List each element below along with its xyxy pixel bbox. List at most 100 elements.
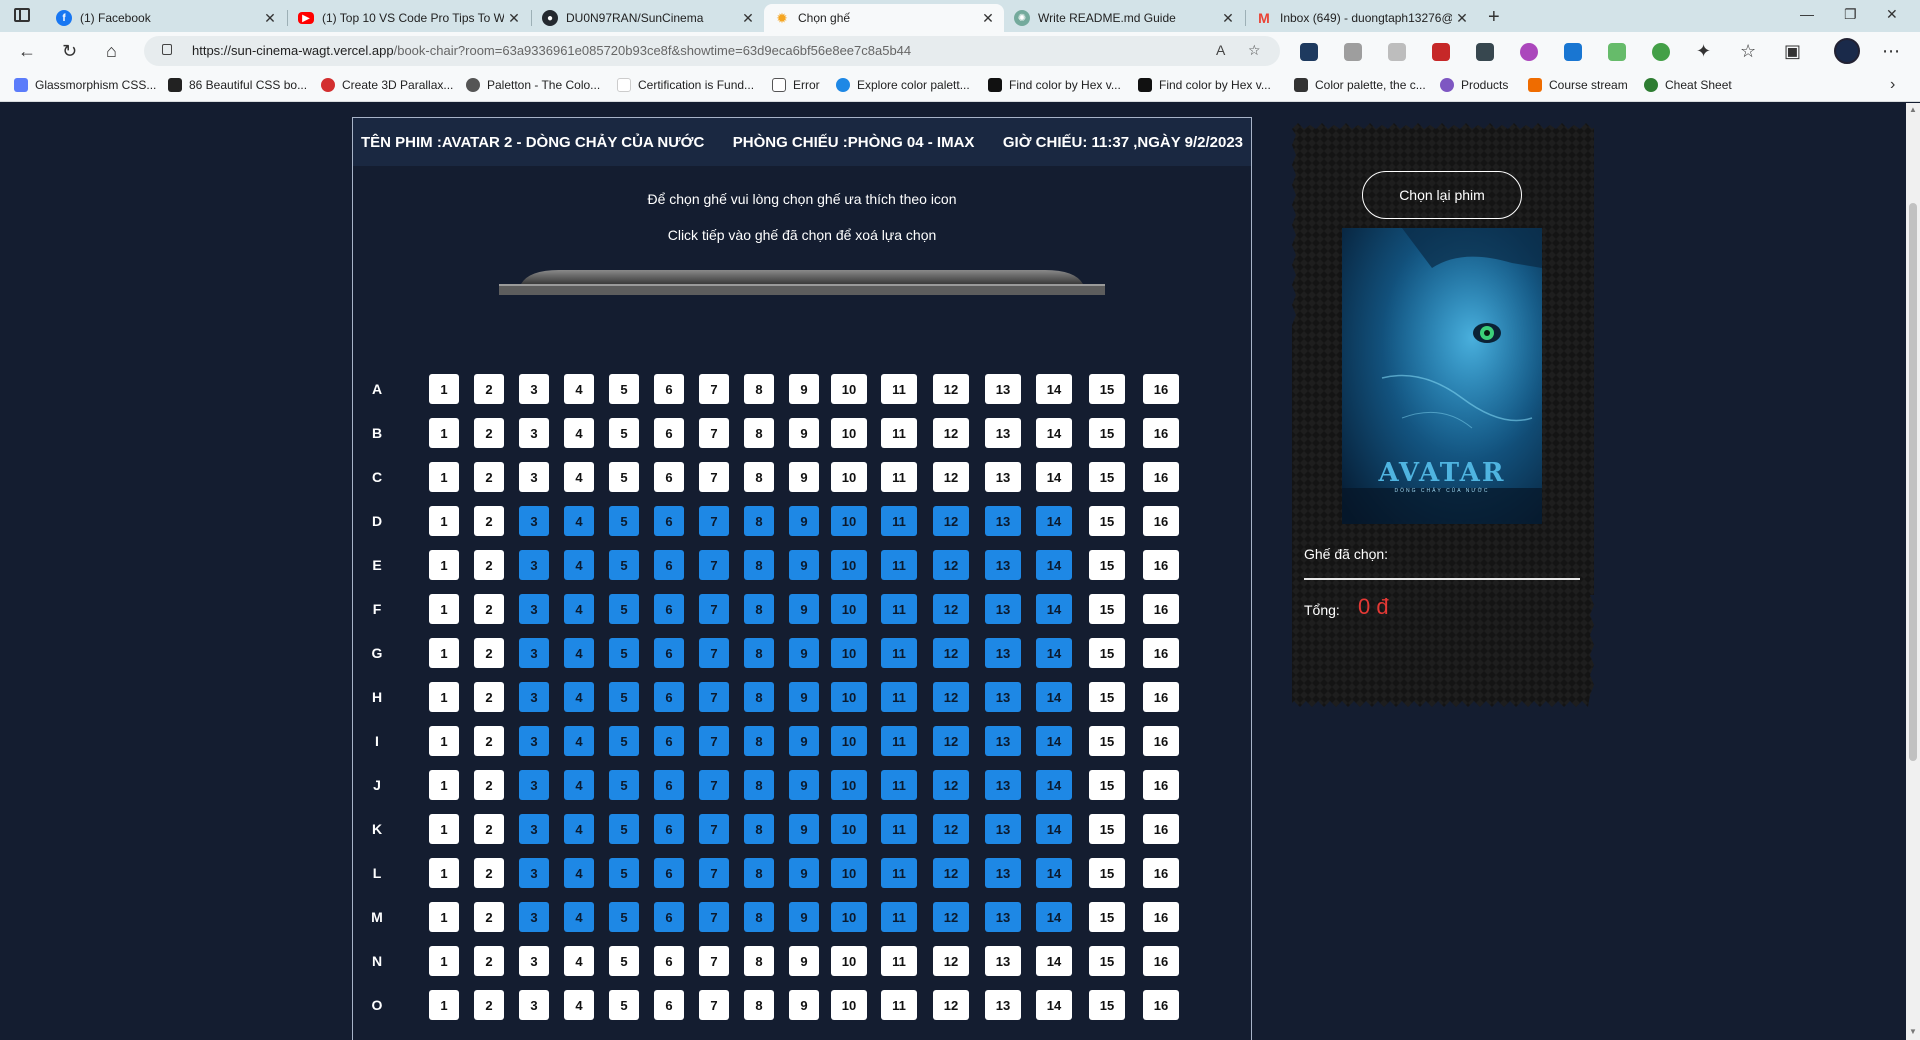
scrollbar-thumb[interactable]	[1909, 203, 1917, 761]
close-icon[interactable]: ✕	[504, 10, 524, 27]
seat-h15[interactable]: 15	[1089, 682, 1125, 712]
seat-l3[interactable]: 3	[519, 858, 549, 888]
seat-l5[interactable]: 5	[609, 858, 639, 888]
seat-f4[interactable]: 4	[564, 594, 594, 624]
extension-icon[interactable]	[1432, 43, 1450, 61]
seat-h9[interactable]: 9	[789, 682, 819, 712]
seat-h14[interactable]: 14	[1036, 682, 1072, 712]
seat-n14[interactable]: 14	[1036, 946, 1072, 976]
bookmark-item[interactable]: Color palette, the c...	[1294, 78, 1426, 92]
seat-c13[interactable]: 13	[985, 462, 1021, 492]
page-scrollbar[interactable]: ▲ ▼	[1906, 103, 1920, 1040]
seat-m8[interactable]: 8	[744, 902, 774, 932]
seat-g1[interactable]: 1	[429, 638, 459, 668]
seat-l6[interactable]: 6	[654, 858, 684, 888]
extension-icon[interactable]	[1608, 43, 1626, 61]
seat-j5[interactable]: 5	[609, 770, 639, 800]
seat-h11[interactable]: 11	[881, 682, 917, 712]
seat-n1[interactable]: 1	[429, 946, 459, 976]
seat-i8[interactable]: 8	[744, 726, 774, 756]
bookmark-item[interactable]: Cheat Sheet	[1644, 78, 1732, 92]
seat-d16[interactable]: 16	[1143, 506, 1179, 536]
seat-c3[interactable]: 3	[519, 462, 549, 492]
seat-c11[interactable]: 11	[881, 462, 917, 492]
tab-facebook[interactable]: f (1) Facebook ✕	[46, 4, 286, 32]
seat-h7[interactable]: 7	[699, 682, 729, 712]
seat-o9[interactable]: 9	[789, 990, 819, 1020]
bookmark-item[interactable]: Glassmorphism CSS...	[14, 78, 156, 92]
seat-f8[interactable]: 8	[744, 594, 774, 624]
seat-g6[interactable]: 6	[654, 638, 684, 668]
seat-b13[interactable]: 13	[985, 418, 1021, 448]
seat-f12[interactable]: 12	[933, 594, 969, 624]
seat-k14[interactable]: 14	[1036, 814, 1072, 844]
seat-d5[interactable]: 5	[609, 506, 639, 536]
seat-n5[interactable]: 5	[609, 946, 639, 976]
seat-k6[interactable]: 6	[654, 814, 684, 844]
seat-j16[interactable]: 16	[1143, 770, 1179, 800]
tab-chatgpt[interactable]: ✺ Write README.md Guide ✕	[1004, 4, 1244, 32]
seat-o15[interactable]: 15	[1089, 990, 1125, 1020]
collections-icon[interactable]: ▣	[1784, 41, 1801, 62]
seat-m13[interactable]: 13	[985, 902, 1021, 932]
seat-f10[interactable]: 10	[831, 594, 867, 624]
seat-m6[interactable]: 6	[654, 902, 684, 932]
seat-f11[interactable]: 11	[881, 594, 917, 624]
close-icon[interactable]: ✕	[1218, 10, 1238, 27]
seat-h4[interactable]: 4	[564, 682, 594, 712]
seat-h1[interactable]: 1	[429, 682, 459, 712]
seat-m14[interactable]: 14	[1036, 902, 1072, 932]
seat-k1[interactable]: 1	[429, 814, 459, 844]
translate-icon[interactable]	[1564, 43, 1582, 61]
more-menu-icon[interactable]: ⋯	[1882, 41, 1900, 62]
seat-l4[interactable]: 4	[564, 858, 594, 888]
seat-b7[interactable]: 7	[699, 418, 729, 448]
seat-j9[interactable]: 9	[789, 770, 819, 800]
seat-o12[interactable]: 12	[933, 990, 969, 1020]
seat-n15[interactable]: 15	[1089, 946, 1125, 976]
seat-o1[interactable]: 1	[429, 990, 459, 1020]
seat-c4[interactable]: 4	[564, 462, 594, 492]
seat-f16[interactable]: 16	[1143, 594, 1179, 624]
avatar[interactable]	[1834, 38, 1860, 64]
favorite-star-icon[interactable]: ☆	[1248, 42, 1261, 59]
seat-k3[interactable]: 3	[519, 814, 549, 844]
seat-m16[interactable]: 16	[1143, 902, 1179, 932]
scroll-up-icon[interactable]: ▲	[1909, 105, 1917, 114]
seat-d15[interactable]: 15	[1089, 506, 1125, 536]
seat-o7[interactable]: 7	[699, 990, 729, 1020]
seat-f7[interactable]: 7	[699, 594, 729, 624]
seat-g2[interactable]: 2	[474, 638, 504, 668]
seat-a6[interactable]: 6	[654, 374, 684, 404]
seat-l14[interactable]: 14	[1036, 858, 1072, 888]
bookmark-item[interactable]: Find color by Hex v...	[1138, 78, 1271, 92]
close-icon[interactable]: ✕	[978, 10, 998, 27]
seat-d2[interactable]: 2	[474, 506, 504, 536]
color-picker-icon[interactable]	[1520, 43, 1538, 61]
seat-b6[interactable]: 6	[654, 418, 684, 448]
seat-f5[interactable]: 5	[609, 594, 639, 624]
seat-f13[interactable]: 13	[985, 594, 1021, 624]
chevron-right-icon[interactable]: ›	[1890, 76, 1895, 94]
seat-i5[interactable]: 5	[609, 726, 639, 756]
seat-h12[interactable]: 12	[933, 682, 969, 712]
seat-f9[interactable]: 9	[789, 594, 819, 624]
seat-m1[interactable]: 1	[429, 902, 459, 932]
seat-b9[interactable]: 9	[789, 418, 819, 448]
bookmark-item[interactable]: Certification is Fund...	[617, 78, 754, 92]
seat-e11[interactable]: 11	[881, 550, 917, 580]
seat-b14[interactable]: 14	[1036, 418, 1072, 448]
camera-icon[interactable]	[1388, 43, 1406, 61]
seat-i13[interactable]: 13	[985, 726, 1021, 756]
url-text[interactable]: https://sun-cinema-wagt.vercel.app/book-…	[192, 43, 911, 58]
seat-g3[interactable]: 3	[519, 638, 549, 668]
tab-gmail[interactable]: M Inbox (649) - duongtaph13276@ ✕	[1246, 4, 1478, 32]
seat-i16[interactable]: 16	[1143, 726, 1179, 756]
seat-m3[interactable]: 3	[519, 902, 549, 932]
seat-a10[interactable]: 10	[831, 374, 867, 404]
seat-l7[interactable]: 7	[699, 858, 729, 888]
seat-b10[interactable]: 10	[831, 418, 867, 448]
seat-b11[interactable]: 11	[881, 418, 917, 448]
seat-j1[interactable]: 1	[429, 770, 459, 800]
bookmark-item[interactable]: Course stream	[1528, 78, 1628, 92]
